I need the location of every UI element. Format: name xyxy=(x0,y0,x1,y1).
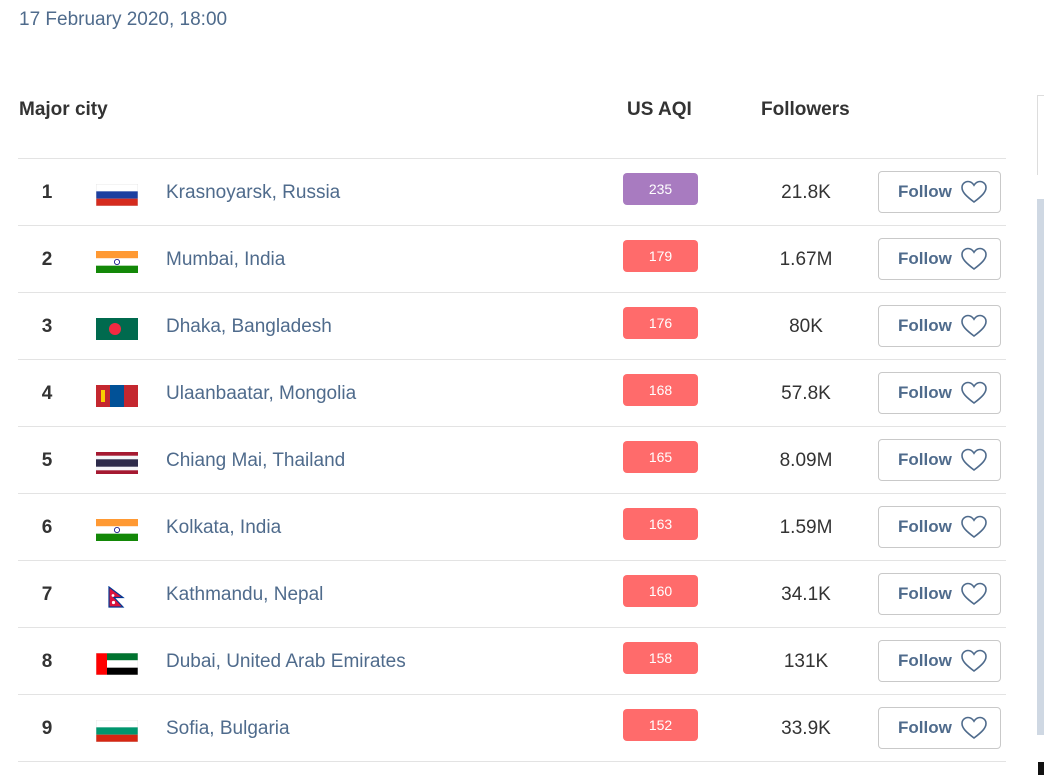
city-link[interactable]: Ulaanbaatar, Mongolia xyxy=(166,383,356,405)
uae-flag-icon xyxy=(96,653,138,675)
follow-label: Follow xyxy=(898,517,952,536)
table-row: 1 Krasnoyarsk, Russia 235 21.8K Follow xyxy=(18,159,1006,226)
city-ranking-table: Major city US AQI Followers 1 Krasnoyars… xyxy=(18,92,1006,762)
rank: 9 xyxy=(41,718,53,739)
table-row: 7 Kathmandu, Nepal 160 34.1K Follow xyxy=(18,561,1006,628)
header-major-city: Major city xyxy=(19,99,108,120)
rank: 6 xyxy=(41,517,53,538)
aqi-badge: 160 xyxy=(623,575,698,607)
aqi-badge: 176 xyxy=(623,307,698,339)
aqi-badge: 165 xyxy=(623,441,698,473)
rank: 4 xyxy=(41,383,53,404)
heart-icon xyxy=(961,180,987,204)
follow-button[interactable]: Follow xyxy=(878,640,1001,682)
followers-count: 8.09M xyxy=(779,450,833,471)
follow-label: Follow xyxy=(898,182,952,201)
city-link[interactable]: Dubai, United Arab Emirates xyxy=(166,651,406,673)
table-row: 9 Sofia, Bulgaria 152 33.9K Follow xyxy=(18,695,1006,762)
city-link[interactable]: Kathmandu, Nepal xyxy=(166,584,323,606)
rank: 7 xyxy=(41,584,53,605)
city-link[interactable]: Chiang Mai, Thailand xyxy=(166,450,345,472)
table-header: Major city US AQI Followers xyxy=(18,92,1006,159)
follow-button[interactable]: Follow xyxy=(878,171,1001,213)
follow-button[interactable]: Follow xyxy=(878,506,1001,548)
followers-count: 131K xyxy=(783,651,829,672)
follow-button[interactable]: Follow xyxy=(878,238,1001,280)
bulgaria-flag-icon xyxy=(96,720,138,742)
follow-label: Follow xyxy=(898,651,952,670)
heart-icon xyxy=(961,381,987,405)
india-flag-icon xyxy=(96,519,138,541)
follow-button[interactable]: Follow xyxy=(878,305,1001,347)
followers-count: 21.8K xyxy=(781,182,831,203)
followers-count: 1.67M xyxy=(779,249,833,270)
thailand-flag-icon xyxy=(96,452,138,474)
mongolia-flag-icon xyxy=(96,385,138,407)
follow-button[interactable]: Follow xyxy=(878,372,1001,414)
follow-label: Follow xyxy=(898,718,952,737)
followers-count: 57.8K xyxy=(781,383,831,404)
table-row: 8 Dubai, United Arab Emirates 158 131K F… xyxy=(18,628,1006,695)
table-row: 6 Kolkata, India 163 1.59M Follow xyxy=(18,494,1006,561)
heart-icon xyxy=(961,582,987,606)
followers-count: 33.9K xyxy=(781,718,831,739)
city-link[interactable]: Krasnoyarsk, Russia xyxy=(166,182,340,204)
aqi-badge: 168 xyxy=(623,374,698,406)
table-row: 3 Dhaka, Bangladesh 176 80K Follow xyxy=(18,293,1006,360)
follow-label: Follow xyxy=(898,450,952,469)
heart-icon xyxy=(961,448,987,472)
rank: 5 xyxy=(41,450,53,471)
follow-button[interactable]: Follow xyxy=(878,439,1001,481)
bangladesh-flag-icon xyxy=(96,318,138,340)
heart-icon xyxy=(961,716,987,740)
table-row: 5 Chiang Mai, Thailand 165 8.09M Follow xyxy=(18,427,1006,494)
russia-flag-icon xyxy=(96,184,138,206)
scrollbar-end xyxy=(1038,762,1044,775)
heart-icon xyxy=(961,515,987,539)
aqi-badge: 152 xyxy=(623,709,698,741)
follow-button[interactable]: Follow xyxy=(878,573,1001,615)
follow-label: Follow xyxy=(898,316,952,335)
city-link[interactable]: Dhaka, Bangladesh xyxy=(166,316,332,338)
follow-button[interactable]: Follow xyxy=(878,707,1001,749)
nepal-flag-icon xyxy=(96,586,138,608)
aqi-badge: 235 xyxy=(623,173,698,205)
header-followers: Followers xyxy=(761,99,850,120)
side-panel-edge xyxy=(1037,95,1044,175)
followers-count: 1.59M xyxy=(779,517,833,538)
aqi-badge: 158 xyxy=(623,642,698,674)
rank: 3 xyxy=(41,316,53,337)
india-flag-icon xyxy=(96,251,138,273)
aqi-badge: 179 xyxy=(623,240,698,272)
heart-icon xyxy=(961,247,987,271)
table-row: 4 Ulaanbaatar, Mongolia 168 57.8K Follow xyxy=(18,360,1006,427)
rank: 2 xyxy=(41,249,53,270)
city-link[interactable]: Mumbai, India xyxy=(166,249,285,271)
scrollbar[interactable] xyxy=(1037,199,1044,735)
follow-label: Follow xyxy=(898,249,952,268)
city-link[interactable]: Sofia, Bulgaria xyxy=(166,718,290,740)
heart-icon xyxy=(961,314,987,338)
follow-label: Follow xyxy=(898,584,952,603)
table-row: 2 Mumbai, India 179 1.67M Follow xyxy=(18,226,1006,293)
rank: 1 xyxy=(41,182,53,203)
heart-icon xyxy=(961,649,987,673)
followers-count: 34.1K xyxy=(781,584,831,605)
rank: 8 xyxy=(41,651,53,672)
aqi-badge: 163 xyxy=(623,508,698,540)
header-us-aqi: US AQI xyxy=(627,99,692,120)
timestamp: 17 February 2020, 18:00 xyxy=(19,9,228,30)
follow-label: Follow xyxy=(898,383,952,402)
followers-count: 80K xyxy=(789,316,823,337)
city-link[interactable]: Kolkata, India xyxy=(166,517,281,539)
